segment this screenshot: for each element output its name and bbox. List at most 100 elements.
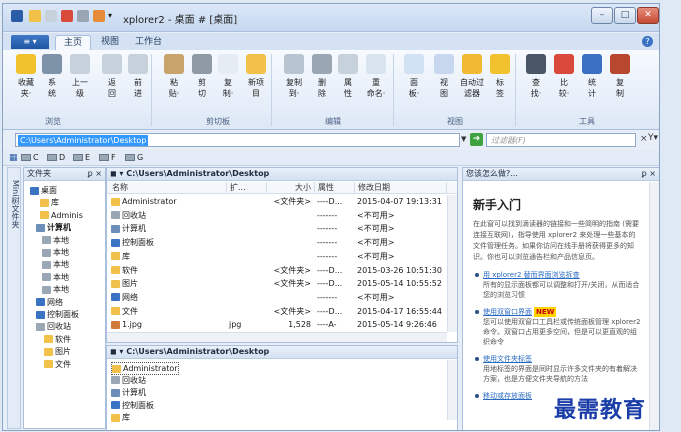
- drive-d[interactable]: D: [47, 152, 65, 164]
- ribbon-button-back-arrow[interactable]: 返回: [99, 54, 125, 99]
- drive-c[interactable]: C: [21, 152, 39, 164]
- cell-attr: ----D...: [317, 197, 343, 206]
- ribbon-button-scissors[interactable]: 剪切: [189, 54, 215, 99]
- tab-view[interactable]: 视图: [93, 35, 127, 50]
- table-row[interactable]: 回收站 ------- <不可用>: [107, 210, 447, 221]
- info-link[interactable]: 移动或存放面板: [483, 392, 532, 400]
- ribbon-button-rename[interactable]: 重命名·: [363, 54, 389, 99]
- tree-item[interactable]: 本地: [42, 259, 69, 270]
- ribbon-button-compare[interactable]: 比较·: [551, 54, 577, 99]
- ribbon-button-duplicate[interactable]: 复制: [607, 54, 633, 99]
- col-size[interactable]: 大小: [267, 182, 315, 194]
- file-name: Administrator: [123, 364, 178, 373]
- ribbon-button-copy[interactable]: 复制·: [215, 54, 241, 99]
- list-item[interactable]: 计算机: [107, 387, 447, 398]
- tree-item[interactable]: Adminis: [40, 210, 83, 221]
- tab-workbench[interactable]: 工作台: [127, 35, 170, 50]
- tree-item[interactable]: 本地: [42, 247, 69, 258]
- drive-e[interactable]: E: [73, 152, 90, 164]
- ribbon-button-delete[interactable]: 删除: [309, 54, 335, 99]
- list-item[interactable]: 库: [107, 412, 447, 423]
- pane1-vertical-scrollbar[interactable]: [447, 195, 457, 332]
- tree-item[interactable]: 计算机: [36, 222, 71, 233]
- col-attr[interactable]: 属性: [315, 182, 355, 194]
- ribbon-button-up-arrow[interactable]: 上一级: [67, 54, 93, 99]
- qat-copy-icon[interactable]: [45, 10, 57, 22]
- tree-item[interactable]: 桌面: [30, 185, 57, 196]
- list-item[interactable]: Administrator: [107, 362, 447, 375]
- file-icon: [111, 238, 120, 247]
- info-scrollbar[interactable]: [649, 182, 659, 430]
- list-item[interactable]: 回收站: [107, 375, 447, 386]
- address-path[interactable]: C:\Users\Administrator\Desktop: [18, 135, 149, 146]
- tab-home[interactable]: 主页: [55, 35, 92, 50]
- tree-close-icon[interactable]: ꝑ ×: [88, 168, 102, 180]
- table-row[interactable]: 1.jpg jpg 1,528 ----A- 2015-05-14 9:26:46: [107, 319, 447, 330]
- table-row[interactable]: Administrator <文件夹> ----D... 2015-04-07 19:…: [107, 196, 447, 207]
- table-row[interactable]: 网络 ------- <不可用>: [107, 292, 447, 303]
- ribbon-button-find[interactable]: 查找·: [523, 54, 549, 99]
- tree-item[interactable]: 图片: [44, 346, 71, 357]
- qat-dropdown-icon[interactable]: ▾: [108, 10, 120, 22]
- ribbon-button-copy-to[interactable]: 复制 到·: [281, 54, 307, 99]
- ribbon-button-system[interactable]: 系统: [39, 54, 65, 99]
- ribbon-button-tag[interactable]: 标签: [487, 54, 513, 99]
- pane2-vertical-scrollbar[interactable]: [447, 360, 457, 420]
- address-dropdown-icon[interactable]: ▼: [461, 135, 466, 143]
- tree-item[interactable]: 网络: [36, 297, 63, 308]
- go-icon[interactable]: ➜: [470, 133, 483, 146]
- ribbon-button-filter[interactable]: 自动过 滤器: [459, 54, 485, 99]
- tree-item[interactable]: 库: [40, 197, 59, 208]
- tree-item[interactable]: 控制面板: [36, 309, 79, 320]
- info-close-icon[interactable]: ꝑ ×: [642, 168, 656, 180]
- tree-item[interactable]: 本地: [42, 284, 69, 295]
- qat-flag-icon[interactable]: [61, 10, 73, 22]
- ribbon-button-new-folder[interactable]: 新项目: [243, 54, 269, 99]
- tree-item[interactable]: 软件: [44, 334, 71, 345]
- pane1-horizontal-scrollbar[interactable]: [107, 332, 447, 342]
- col-date[interactable]: 修改日期: [355, 182, 447, 194]
- file-menu-button[interactable]: ≡ ▾: [11, 35, 49, 49]
- info-link[interactable]: 用 xplorer2 替而界面浏览拆查: [483, 271, 580, 279]
- col-name[interactable]: 名称: [109, 182, 227, 194]
- tree-item[interactable]: 本地: [42, 272, 69, 283]
- qat-refresh-icon[interactable]: [77, 10, 89, 22]
- tree-item[interactable]: 文件: [44, 359, 71, 370]
- ribbon-button-forward-arrow[interactable]: 前进: [125, 54, 151, 99]
- drive-f[interactable]: F: [99, 152, 116, 164]
- tree-item[interactable]: 回收站: [36, 321, 71, 332]
- address-bar[interactable]: C:\Users\Administrator\Desktop: [15, 133, 460, 147]
- close-button[interactable]: ✕: [637, 7, 659, 24]
- qat-paint-icon[interactable]: [93, 10, 105, 22]
- table-row[interactable]: 计算机 ------- <不可用>: [107, 223, 447, 234]
- ribbon-button-panels[interactable]: 面板·: [401, 54, 427, 99]
- table-row[interactable]: 文件 <文件夹> ----D... 2015-04-17 16:55:44: [107, 306, 447, 317]
- ribbon-button-star[interactable]: 收藏 夹·: [13, 54, 39, 99]
- ribbon-button-stats[interactable]: 统计: [579, 54, 605, 99]
- mini-tree-tab[interactable]: Mini树文件夹: [7, 167, 21, 429]
- tree-item-label: 库: [51, 198, 59, 208]
- table-row[interactable]: 控制面板 ------- <不可用>: [107, 237, 447, 248]
- maximize-button[interactable]: □: [614, 7, 636, 24]
- col-ext[interactable]: 扩...: [227, 182, 267, 194]
- table-row[interactable]: 库 ------- <不可用>: [107, 251, 447, 262]
- list-item[interactable]: 控制面板: [107, 400, 447, 411]
- drive-g[interactable]: G: [125, 152, 143, 164]
- clear-filter-icon[interactable]: ×: [640, 134, 648, 144]
- ribbon-button-view[interactable]: 视图: [431, 54, 457, 99]
- folder-icon: [30, 186, 39, 195]
- funnel-icon[interactable]: Y▾: [648, 133, 658, 143]
- ribbon-button-properties[interactable]: 属性: [335, 54, 361, 99]
- ribbon-button-paste[interactable]: 粘贴·: [161, 54, 187, 99]
- minimize-button[interactable]: –: [591, 7, 613, 24]
- table-row[interactable]: 图片 <文件夹> ----D... 2015-05-14 10:55:52: [107, 278, 447, 289]
- tree-item[interactable]: 本地: [42, 235, 69, 246]
- info-link[interactable]: 使用文件夹标签: [483, 355, 532, 363]
- help-icon[interactable]: ?: [642, 36, 653, 47]
- drive-icon: [73, 154, 83, 161]
- qat-folder-icon[interactable]: [29, 10, 41, 22]
- info-link[interactable]: 使用双窗口界面: [483, 308, 532, 316]
- table-row[interactable]: 软件 <文件夹> ----D... 2015-03-26 10:51:30: [107, 265, 447, 276]
- panels-icon: [404, 54, 424, 74]
- filter-input[interactable]: 过滤器(F): [486, 133, 636, 147]
